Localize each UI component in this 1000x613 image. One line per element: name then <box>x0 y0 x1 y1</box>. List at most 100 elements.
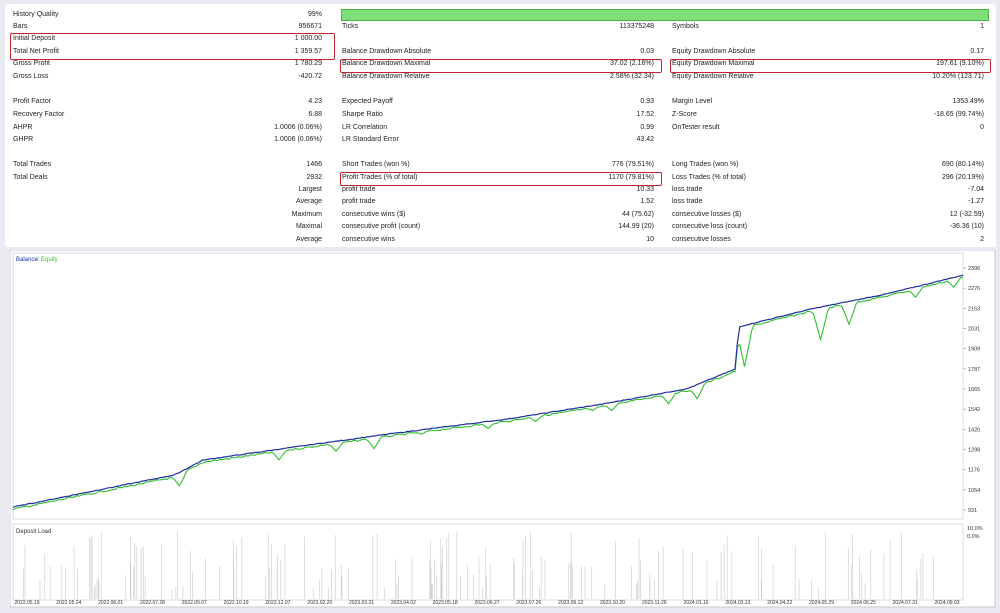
gross-loss-col2-value: 2.58% (32.34) <box>610 73 654 80</box>
average-col3-value: -1.27 <box>968 198 984 205</box>
x-tick-label: 2023.10.20 <box>600 600 625 606</box>
maximum-col2-value: 44 (75.62) <box>622 211 654 218</box>
average-consecutive-col2-label: consecutive wins <box>342 236 395 243</box>
average-consecutive-col3-value: 2 <box>980 236 984 243</box>
ahpr-label: AHPR <box>13 124 33 131</box>
total-trades-value: 1466 <box>306 161 322 168</box>
total-trades-label: Total Trades <box>13 161 52 168</box>
recovery-factor-label: Recovery Factor <box>13 111 65 118</box>
history-quality-value: 99% <box>307 11 322 18</box>
initial-deposit-value: 1 000.00 <box>294 35 322 42</box>
ahpr-col2-value: 0.99 <box>640 124 654 131</box>
strategy-tester-report: History Quality 99% Bars 956671 Ticks 1133752… <box>0 0 1000 613</box>
gross-profit-col2-value: 37.02 (2.16%) <box>610 60 654 67</box>
recovery-factor-col2-value: 17.52 <box>636 111 654 118</box>
y-tick-label: 2396 <box>968 266 980 272</box>
x-tick-label: 2024.03.13 <box>725 600 750 606</box>
average-col2-label: profit trade <box>342 198 376 205</box>
largest-row-label: Largest <box>298 186 322 193</box>
deposit-load-label: Deposit Load <box>16 529 51 535</box>
total-deals-col2-label: Profit Trades (% of total) <box>342 174 418 181</box>
total-net-profit-col2-value: 0.03 <box>640 48 654 55</box>
x-tick-label: 2023.04.02 <box>391 600 416 606</box>
gross-profit-value: 1 780.29 <box>294 60 322 67</box>
total-deals-value: 2932 <box>306 174 322 181</box>
total-net-profit-value: 1 359.57 <box>294 48 322 55</box>
history-quality-label: History Quality <box>13 11 59 18</box>
legend-equity: Equity <box>41 257 58 263</box>
total-trades-col2-value: 776 (79.51%) <box>611 161 654 168</box>
bars-value: 956671 <box>298 23 322 30</box>
y-tick-label: 1909 <box>968 347 980 353</box>
bars-col2-value: 113375248 <box>619 23 654 30</box>
largest-col3-value: -7.04 <box>968 186 984 193</box>
maximal-col2-value: 144.99 (20) <box>618 223 654 230</box>
x-tick-label: 2022.06.01 <box>98 600 123 606</box>
ahpr-col3-value: 0 <box>980 124 984 131</box>
y-tick-label: 2153 <box>968 306 980 312</box>
maximum-col3-value: 12 (-32.59) <box>949 211 984 218</box>
maximal-col3-value: -36.36 (10) <box>949 223 984 230</box>
x-tick-label: 2024.01.16 <box>684 600 709 606</box>
largest-col2-label: profit trade <box>342 186 376 193</box>
x-tick-label: 2024.09.03 <box>934 600 959 606</box>
x-tick-label: 2024.04.22 <box>767 600 792 606</box>
bars-col2-label: Ticks <box>342 23 359 30</box>
ahpr-value: 1.0006 (0.06%) <box>274 124 322 131</box>
total-net-profit-col3-value: 0.17 <box>970 48 984 55</box>
x-tick-label: 2023.02.20 <box>307 600 332 606</box>
recovery-factor-value: 6.88 <box>308 111 322 118</box>
y-tick-label: 1298 <box>968 448 980 454</box>
deposit-load-plot-area <box>12 523 964 601</box>
average-col2-value: 1.52 <box>640 198 654 205</box>
profit-factor-col2-label: Expected Payoff <box>342 98 393 105</box>
y-tick-label: 2031 <box>968 327 980 333</box>
ahpr-col2-label: LR Correlation <box>342 124 388 131</box>
report-table: History Quality 99% Bars 956671 Ticks 1133752… <box>5 4 996 247</box>
y-tick-label: 1665 <box>968 387 980 393</box>
total-net-profit-label: Total Net Profit <box>13 48 59 55</box>
deposit-load-tick-label: 0.0% <box>967 534 980 540</box>
x-tick-label: 2024.06.25 <box>851 600 876 606</box>
total-deals-col3-value: 296 (20.19%) <box>941 174 984 181</box>
x-tick-label: 2024.05.29 <box>809 600 834 606</box>
gross-loss-label: Gross Loss <box>13 73 49 80</box>
x-tick-label: 2023.09.12 <box>558 600 583 606</box>
profit-factor-col3-value: 1353.49% <box>952 98 984 105</box>
x-tick-label: 2023.03.21 <box>349 600 374 606</box>
gross-profit-col3-value: 197.61 (9.10%) <box>936 60 984 67</box>
maximal-row-label: Maximal <box>295 223 322 230</box>
y-tick-label: 1176 <box>968 468 980 474</box>
deposit-load-tick-label: 10.0% <box>967 526 983 532</box>
recovery-factor-col3-value: -18.65 (99.74%) <box>933 111 984 118</box>
maximum-row-label: Maximum <box>291 211 322 218</box>
total-deals-col2-value: 1170 (79.81%) <box>608 174 654 181</box>
ghpr-col2-value: 43.42 <box>636 136 654 143</box>
y-tick-label: 931 <box>968 508 977 514</box>
profit-factor-label: Profit Factor <box>13 98 52 105</box>
average-consecutive-row-label: Average <box>296 236 322 243</box>
gross-profit-col2-label: Balance Drawdown Maximal <box>342 60 431 67</box>
profit-factor-col2-value: 0.93 <box>640 98 654 105</box>
ghpr-label: GHPR <box>13 136 34 143</box>
x-tick-label: 2022.07.28 <box>140 600 165 606</box>
maximum-col2-label: consecutive wins ($) <box>342 211 406 218</box>
y-tick-label: 1787 <box>968 367 980 373</box>
recovery-factor-col2-label: Sharpe Ratio <box>342 111 383 118</box>
x-tick-label: 2023.05.18 <box>433 600 458 606</box>
y-tick-label: 2276 <box>968 286 980 292</box>
maximal-col2-label: consecutive profit (count) <box>342 223 421 230</box>
average-row-label: Average <box>296 198 322 205</box>
total-deals-label: Total Deals <box>13 174 48 181</box>
total-trades-col2-label: Short Trades (won %) <box>342 161 410 168</box>
gross-loss-value: -420.72 <box>298 73 322 80</box>
legend-balance: Balance <box>16 257 38 263</box>
bars-label: Bars <box>13 23 28 30</box>
x-tick-label: 2022.10.19 <box>224 600 249 606</box>
y-tick-label: 1420 <box>968 427 980 433</box>
x-tick-label: 2022.05.24 <box>56 600 81 606</box>
gross-loss-col2-label: Balance Drawdown Relative <box>342 73 430 80</box>
y-tick-label: 1542 <box>968 407 980 413</box>
bars-col3-value: 1 <box>980 23 984 30</box>
x-tick-label: 2022.09.07 <box>182 600 207 606</box>
